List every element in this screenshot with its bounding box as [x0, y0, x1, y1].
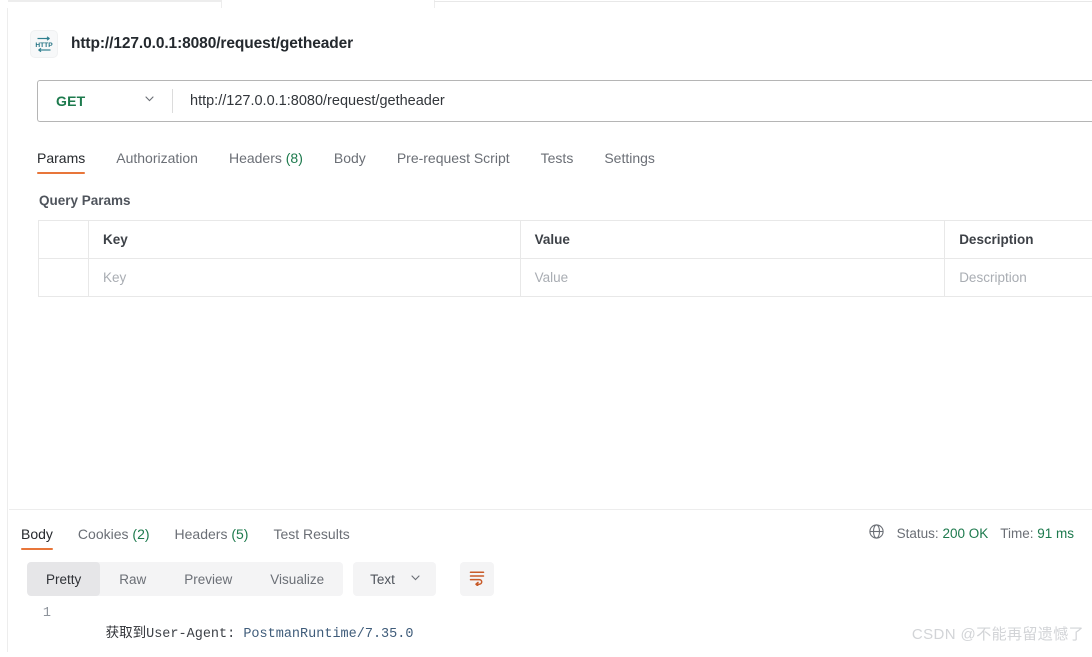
- page-title: http://127.0.0.1:8080/request/getheader: [71, 35, 354, 52]
- view-mode-preview[interactable]: Preview: [165, 562, 251, 596]
- response-tab-body-label: Body: [21, 526, 53, 542]
- header-value: Value: [521, 221, 946, 258]
- response-topbar: Body Cookies (2) Headers (5) Test Result…: [9, 510, 1092, 550]
- tab-headers[interactable]: Headers (8): [229, 150, 303, 174]
- table-row[interactable]: Key Value Description: [39, 259, 1092, 297]
- response-tab-test-results[interactable]: Test Results: [273, 526, 349, 550]
- tab-tests-label: Tests: [540, 150, 574, 166]
- chevron-down-icon: [409, 571, 422, 587]
- response-tab-body[interactable]: Body: [21, 526, 53, 550]
- line-number: 1: [42, 606, 51, 621]
- tab-headers-label: Headers: [228, 150, 282, 166]
- response-tabs: Body Cookies (2) Headers (5) Test Result…: [21, 518, 350, 550]
- query-params-title: Query Params: [39, 193, 131, 208]
- response-toolbar: Pretty Raw Preview Visualize Text: [27, 562, 1092, 596]
- time-value: 91 ms: [1037, 525, 1074, 541]
- response-tab-test-results-label: Test Results: [273, 526, 350, 542]
- tab-params[interactable]: Params: [37, 150, 86, 174]
- response-status-bar: Status: 200 OK Time: 91 ms: [868, 523, 1074, 550]
- response-text-cn: 获取到: [105, 627, 147, 642]
- tab-pre-request-script-label: Pre-request Script: [396, 150, 510, 166]
- http-protocol-icon: HTTP: [30, 30, 58, 58]
- tab-body-label: Body: [333, 150, 366, 166]
- svg-text:HTTP: HTTP: [35, 42, 53, 49]
- view-mode-visualize[interactable]: Visualize: [251, 562, 343, 596]
- tab-settings[interactable]: Settings: [604, 150, 655, 174]
- response-text-key: User-Agent:: [146, 627, 244, 642]
- tab-headers-count: (8): [285, 150, 303, 166]
- response-body-line: 获取到User-Agent: PostmanRuntime/7.35.0: [57, 606, 414, 657]
- tab-edge-left: [8, 0, 222, 2]
- wrap-text-icon: [468, 568, 486, 591]
- response-tab-cookies-count: (2): [132, 526, 150, 542]
- view-mode-pretty[interactable]: Pretty: [27, 562, 101, 596]
- view-mode-group: Pretty Raw Preview Visualize: [27, 562, 344, 596]
- format-select[interactable]: Text: [353, 562, 436, 596]
- response-tab-cookies-label: Cookies: [77, 526, 129, 542]
- response-body[interactable]: 1 获取到User-Agent: PostmanRuntime/7.35.0: [9, 606, 1092, 657]
- tab-params-label: Params: [37, 150, 86, 166]
- url-input[interactable]: http://127.0.0.1:8080/request/getheader: [173, 81, 1092, 121]
- url-bar: GET http://127.0.0.1:8080/request/gethea…: [37, 80, 1092, 122]
- tab-authorization-label: Authorization: [116, 150, 198, 166]
- param-description-input[interactable]: Description: [945, 259, 1092, 296]
- wrap-text-button[interactable]: [459, 562, 494, 596]
- response-text-value: PostmanRuntime/7.35.0: [243, 627, 414, 642]
- response-tab-headers-label: Headers: [174, 526, 228, 542]
- response-tab-cookies[interactable]: Cookies (2): [78, 526, 150, 550]
- globe-icon: [868, 523, 885, 543]
- tab-edge-right: [434, 1, 1092, 2]
- param-value-input[interactable]: Value: [521, 259, 946, 296]
- request-tabs: Params Authorization Headers (8) Body Pr…: [37, 144, 1092, 174]
- tab-body[interactable]: Body: [334, 150, 366, 174]
- status-value: 200 OK: [942, 525, 989, 541]
- request-header: HTTP http://127.0.0.1:8080/request/gethe…: [9, 8, 1092, 66]
- query-params-table: Key Value Description Key Value Descript…: [38, 220, 1092, 297]
- tab-settings-label: Settings: [604, 150, 655, 166]
- tab-tests[interactable]: Tests: [541, 150, 574, 174]
- status-badge: Status: 200 OK: [897, 526, 989, 541]
- chevron-down-icon: [143, 92, 156, 110]
- status-label: Status:: [896, 525, 939, 541]
- param-key-input[interactable]: Key: [89, 259, 521, 296]
- table-header-row: Key Value Description: [39, 221, 1092, 259]
- header-checkbox-cell: [39, 221, 89, 258]
- time-badge: Time: 91 ms: [1000, 526, 1074, 541]
- tab-authorization[interactable]: Authorization: [116, 150, 198, 174]
- http-method-select[interactable]: GET: [38, 81, 172, 121]
- format-select-label: Text: [370, 571, 395, 587]
- response-pane: Body Cookies (2) Headers (5) Test Result…: [9, 509, 1092, 652]
- header-description: Description: [945, 221, 1092, 258]
- header-key: Key: [89, 221, 521, 258]
- left-rail: [0, 8, 8, 652]
- view-mode-raw[interactable]: Raw: [100, 562, 165, 596]
- tab-strip: [0, 0, 1092, 8]
- response-tab-headers[interactable]: Headers (5): [175, 526, 249, 550]
- tab-pre-request-script[interactable]: Pre-request Script: [397, 150, 510, 174]
- request-pane: HTTP http://127.0.0.1:8080/request/gethe…: [9, 8, 1092, 508]
- response-tab-headers-count: (5): [231, 526, 249, 542]
- time-label: Time:: [1000, 525, 1034, 541]
- row-checkbox-cell[interactable]: [39, 259, 89, 296]
- http-method-label: GET: [56, 93, 86, 109]
- tab-edge-left-divider: [221, 0, 222, 8]
